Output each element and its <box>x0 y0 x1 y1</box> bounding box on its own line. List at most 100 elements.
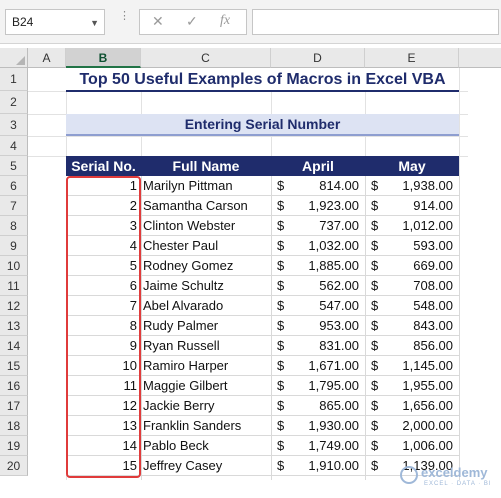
cell-april[interactable]: 953.00 <box>289 316 365 336</box>
cell-may[interactable]: 914.00 <box>383 196 459 216</box>
cell-currency-april[interactable]: $ <box>271 416 289 436</box>
cell-full-name[interactable]: Rudy Palmer <box>141 316 271 336</box>
cell-full-name[interactable]: Marilyn Pittman <box>141 176 271 196</box>
column-header-c[interactable]: C <box>141 48 271 68</box>
cell-may[interactable]: 593.00 <box>383 236 459 256</box>
cell-april[interactable]: 547.00 <box>289 296 365 316</box>
cell-may[interactable]: 1,145.00 <box>383 356 459 376</box>
row-header[interactable]: 10 <box>0 256 28 276</box>
cell-full-name[interactable]: Jaime Schultz <box>141 276 271 296</box>
cell-full-name[interactable]: Rodney Gomez <box>141 256 271 276</box>
cell-currency-may[interactable]: $ <box>365 296 383 316</box>
cell-currency-april[interactable]: $ <box>271 296 289 316</box>
cell-full-name[interactable]: Franklin Sanders <box>141 416 271 436</box>
cell-may[interactable]: 1,012.00 <box>383 216 459 236</box>
cell-full-name[interactable]: Abel Alvarado <box>141 296 271 316</box>
formula-input[interactable] <box>252 9 499 35</box>
cell-currency-april[interactable]: $ <box>271 276 289 296</box>
row-header[interactable]: 8 <box>0 216 28 236</box>
cell-april[interactable]: 865.00 <box>289 396 365 416</box>
cell-currency-april[interactable]: $ <box>271 336 289 356</box>
cell-full-name[interactable]: Maggie Gilbert <box>141 376 271 396</box>
cell-currency-april[interactable]: $ <box>271 236 289 256</box>
row-header[interactable]: 18 <box>0 416 28 436</box>
confirm-icon[interactable]: ✓ <box>186 13 198 30</box>
cell-april[interactable]: 1,910.00 <box>289 456 365 476</box>
cell-currency-april[interactable]: $ <box>271 216 289 236</box>
cell-april[interactable]: 831.00 <box>289 336 365 356</box>
cell-currency-may[interactable]: $ <box>365 396 383 416</box>
cell-may[interactable]: 843.00 <box>383 316 459 336</box>
cell-currency-may[interactable]: $ <box>365 356 383 376</box>
row-header[interactable]: 20 <box>0 456 28 476</box>
cell-currency-april[interactable]: $ <box>271 316 289 336</box>
header-serial-no[interactable]: Serial No. <box>66 156 141 176</box>
row-header[interactable]: 19 <box>0 436 28 456</box>
cell-may[interactable]: 1,006.00 <box>383 436 459 456</box>
cell-may[interactable]: 2,000.00 <box>383 416 459 436</box>
cell-full-name[interactable]: Samantha Carson <box>141 196 271 216</box>
cell-full-name[interactable]: Clinton Webster <box>141 216 271 236</box>
cell-may[interactable]: 708.00 <box>383 276 459 296</box>
cell-full-name[interactable]: Ramiro Harper <box>141 356 271 376</box>
column-header-a[interactable]: A <box>28 48 66 68</box>
cell-currency-april[interactable]: $ <box>271 396 289 416</box>
column-header-d[interactable]: D <box>271 48 365 68</box>
header-may[interactable]: May <box>365 156 459 176</box>
column-header-f[interactable] <box>459 48 501 68</box>
cell-april[interactable]: 814.00 <box>289 176 365 196</box>
cell-currency-may[interactable]: $ <box>365 256 383 276</box>
cell-may[interactable]: 1,656.00 <box>383 396 459 416</box>
column-header-b[interactable]: B <box>66 48 141 68</box>
more-options-icon[interactable]: ⋮ <box>119 11 131 30</box>
row-header[interactable]: 11 <box>0 276 28 296</box>
name-box[interactable]: B24 ▼ <box>5 9 105 35</box>
row-header[interactable]: 12 <box>0 296 28 316</box>
select-all-button[interactable] <box>0 48 28 68</box>
cell-full-name[interactable]: Pablo Beck <box>141 436 271 456</box>
cell-currency-april[interactable]: $ <box>271 456 289 476</box>
cell-full-name[interactable]: Jackie Berry <box>141 396 271 416</box>
row-header[interactable]: 4 <box>0 136 28 156</box>
row-header[interactable]: 17 <box>0 396 28 416</box>
cell-april[interactable]: 562.00 <box>289 276 365 296</box>
cell-april[interactable]: 1,032.00 <box>289 236 365 256</box>
cell-currency-april[interactable]: $ <box>271 196 289 216</box>
cell-currency-may[interactable]: $ <box>365 276 383 296</box>
row-header[interactable]: 2 <box>0 91 28 114</box>
cell-april[interactable]: 1,749.00 <box>289 436 365 456</box>
row-header[interactable]: 13 <box>0 316 28 336</box>
cell-currency-april[interactable]: $ <box>271 436 289 456</box>
cell-april[interactable]: 1,923.00 <box>289 196 365 216</box>
row-header[interactable]: 9 <box>0 236 28 256</box>
cell-currency-may[interactable]: $ <box>365 456 383 476</box>
cell-april[interactable]: 737.00 <box>289 216 365 236</box>
header-full-name[interactable]: Full Name <box>141 156 271 176</box>
row-header[interactable]: 6 <box>0 176 28 196</box>
cell-full-name[interactable]: Ryan Russell <box>141 336 271 356</box>
cell-april[interactable]: 1,795.00 <box>289 376 365 396</box>
cell-currency-may[interactable]: $ <box>365 336 383 356</box>
section-heading[interactable]: Entering Serial Number <box>66 114 459 136</box>
cell-currency-april[interactable]: $ <box>271 376 289 396</box>
row-header[interactable]: 16 <box>0 376 28 396</box>
cell-may[interactable]: 548.00 <box>383 296 459 316</box>
cell-currency-may[interactable]: $ <box>365 376 383 396</box>
cell-may[interactable]: 1,938.00 <box>383 176 459 196</box>
cell-may[interactable]: 1,955.00 <box>383 376 459 396</box>
cell-currency-may[interactable]: $ <box>365 196 383 216</box>
header-april[interactable]: April <box>271 156 365 176</box>
cell-currency-may[interactable]: $ <box>365 176 383 196</box>
cell-may[interactable]: 856.00 <box>383 336 459 356</box>
chevron-down-icon[interactable]: ▼ <box>90 18 99 28</box>
cell-may[interactable]: 669.00 <box>383 256 459 276</box>
cell-currency-may[interactable]: $ <box>365 316 383 336</box>
cell-full-name[interactable]: Chester Paul <box>141 236 271 256</box>
row-header[interactable]: 3 <box>0 114 28 136</box>
cell-april[interactable]: 1,885.00 <box>289 256 365 276</box>
cell-currency-april[interactable]: $ <box>271 356 289 376</box>
row-header[interactable]: 15 <box>0 356 28 376</box>
cell-currency-may[interactable]: $ <box>365 436 383 456</box>
row-header[interactable]: 7 <box>0 196 28 216</box>
row-header[interactable]: 5 <box>0 156 28 176</box>
